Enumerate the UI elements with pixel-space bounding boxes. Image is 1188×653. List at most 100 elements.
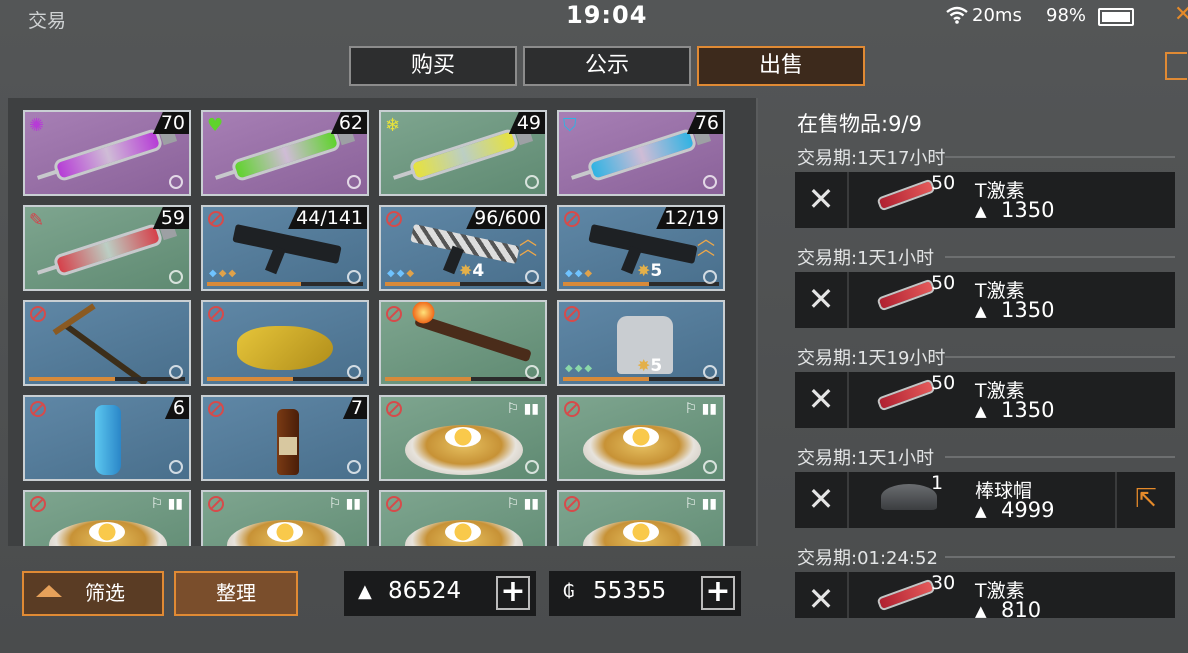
syringe-item-icon [876,378,936,412]
syringe-item-icon [52,222,164,278]
trade-period: 交易期:1天19小时 [797,348,946,369]
inventory-cell[interactable]: ⛉ 76 [557,110,725,196]
lock-icon [386,496,402,512]
lock-icon [208,401,224,417]
item-count: 96/600 [466,207,545,229]
heart-plus-icon: ♥ [207,115,224,136]
inventory-cell[interactable]: ⚐ ▮▮ [23,490,191,546]
inventory-cell[interactable] [201,300,369,386]
rifle-item-icon [410,223,520,265]
inventory-cell[interactable]: ⚐ ▮▮ [557,395,725,481]
listing-item: 交易期:1天17小时 ✕ 50 T激素 ▲ 1350 [795,144,1175,236]
chainsaw-item-icon [237,326,333,370]
item-type-icon [347,460,361,474]
inventory-cell[interactable]: ⚐ ▮▮ [379,395,547,481]
durability-fill [385,377,471,381]
inventory-cell[interactable]: ❄ 49 [379,110,547,196]
listing-price: 1350 [1001,198,1055,222]
tab-buy[interactable]: 购买 [349,46,517,86]
syringe-icon: ✎ [29,210,45,231]
close-icon[interactable]: ✕ [1174,2,1188,27]
inventory-cell[interactable] [379,300,547,386]
inventory-cell[interactable]: ✺ 70 [23,110,191,196]
baseball-cap-icon [881,484,937,510]
inventory-cell[interactable] [23,300,191,386]
inventory-cell[interactable]: ♥ 62 [201,110,369,196]
trade-period: 交易期:01:24:52 [797,548,938,569]
status-bar: 交易 19:04 20ms 98% ✕ [0,0,1188,32]
divider [945,356,1175,358]
item-count: 70 [152,112,189,134]
divider [945,556,1175,558]
clock: 19:04 [566,1,648,29]
filter-button[interactable]: 筛选 [22,571,164,616]
item-type-icon [347,270,361,284]
cancel-listing-button[interactable]: ✕ [795,372,849,428]
listing-row[interactable]: ✕ 50 T激素 ▲ 1350 [795,172,1175,228]
inventory-cell[interactable]: ✎ 59 [23,205,191,291]
inventory-cell[interactable]: 6 [23,395,191,481]
syringe-item-icon [230,127,342,183]
inventory-cell[interactable]: ◆◆◆ ︿ ︿ ✸5 12/19 [557,205,725,291]
inventory-cell[interactable]: ⚐ ▮▮ [557,490,725,546]
cook-icon: ⚐ ▮▮ [150,496,183,512]
listing-quantity: 30 [931,572,956,594]
add-coin-button[interactable]: + [701,576,735,610]
durability-bar [29,377,185,381]
share-icon[interactable]: ⇱ [1115,472,1175,528]
durability-bar [563,377,719,381]
sort-button[interactable]: 整理 [174,571,298,616]
item-type-icon [525,270,539,284]
cancel-listing-button[interactable]: ✕ [795,172,849,228]
inventory-cell[interactable]: ◆◆◆ ✸5 [557,300,725,386]
gold-bar-icon: ▲ [975,202,987,220]
coin-icon: ₲ [563,581,575,602]
tab-notice[interactable]: 公示 [523,46,691,86]
listing-item: 交易期:1天1小时 ✕ 50 T激素 ▲ 1350 [795,244,1175,336]
item-type-icon [703,175,717,189]
bottle-item-icon [277,409,299,475]
add-gold-button[interactable]: + [496,576,530,610]
inventory-cell[interactable]: ◆◆◆ 44/141 [201,205,369,291]
listing-row[interactable]: ✕ 50 T激素 ▲ 1350 [795,372,1175,428]
listing-item: 交易期:01:24:52 ✕ 30 T激素 ▲ 810 [795,544,1175,618]
listing-price: 810 [1001,598,1042,618]
coin-value: 55355 [593,578,667,604]
listing-row[interactable]: ✕ 50 T激素 ▲ 1350 [795,272,1175,328]
item-type-icon [525,175,539,189]
listing-row[interactable]: ✕ 1 棒球帽 ▲ 4999 ⇱ [795,472,1175,528]
listing-row[interactable]: ✕ 30 T激素 ▲ 810 [795,572,1175,618]
fried-rice-icon [405,520,523,546]
durability-bar [207,282,363,286]
inventory-cell[interactable]: ⚐ ▮▮ [379,490,547,546]
gold-bar-icon: ▲ [975,602,987,618]
inventory-cell[interactable]: 7 [201,395,369,481]
lock-icon [564,211,580,227]
durability-fill [563,377,649,381]
rarity-dots: ◆◆◆ [565,363,595,374]
gold-bar-icon: ▲ [975,502,987,520]
durability-bar [385,282,541,286]
fried-rice-icon [405,425,523,475]
divider [945,156,1175,158]
ping-label: 20ms [972,5,1022,26]
gold-balance: ▲ 86524 + [344,571,536,616]
item-count: 12/19 [656,207,723,229]
torch-item-icon [414,313,532,363]
snowflake-icon: ❄ [385,115,401,136]
inventory-cell[interactable]: ⚐ ▮▮ [201,490,369,546]
tab-sell[interactable]: 出售 [697,46,865,86]
records-icon[interactable] [1165,52,1187,80]
cancel-listing-button[interactable]: ✕ [795,572,849,618]
lock-icon [386,306,402,322]
item-count: 44/141 [288,207,367,229]
gold-value: 86524 [388,578,462,604]
inventory-cell[interactable]: ◆◆◆ ︿ ︿ ✸4 96/600 [379,205,547,291]
lock-icon [564,496,580,512]
lock-icon [30,306,46,322]
item-type-icon [703,365,717,379]
cancel-listing-button[interactable]: ✕ [795,272,849,328]
shield-icon: ⛉ [563,115,577,136]
syringe-item-icon [876,278,936,312]
cancel-listing-button[interactable]: ✕ [795,472,849,528]
